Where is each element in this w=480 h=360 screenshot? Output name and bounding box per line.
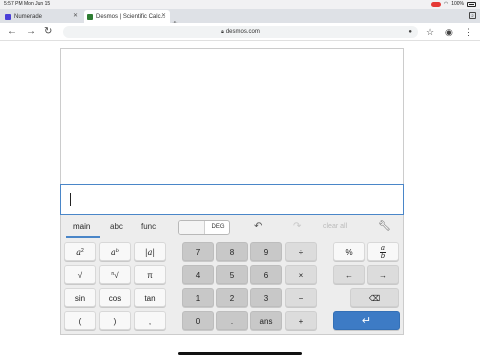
cursor-left-key[interactable]: ← bbox=[333, 265, 365, 284]
digit-8-key[interactable]: 8 bbox=[216, 242, 248, 261]
enter-key[interactable]: ↵ bbox=[333, 311, 400, 330]
nth-root-symbol: √ bbox=[114, 271, 119, 280]
browser-toolbar: ← → ↻ 🔒︎ desmos.com ● ☆ ◉ ⋮ bbox=[0, 23, 480, 41]
cos-key[interactable]: cos bbox=[99, 288, 131, 307]
tan-key[interactable]: tan bbox=[134, 288, 166, 307]
status-time: 5:57 PM bbox=[4, 1, 23, 7]
tab-close-icon[interactable]: ✕ bbox=[73, 12, 78, 19]
tab-numerade[interactable]: Numerade ✕ bbox=[2, 10, 82, 23]
calculator-keypad: main abc func DEG ↶ ↷ clear all 🔧︎ a2 ab… bbox=[60, 215, 404, 335]
angle-mode-label: DEG bbox=[211, 224, 225, 230]
absolute-value-key-label: |a| bbox=[144, 248, 156, 257]
cursor-right-key[interactable]: → bbox=[367, 265, 399, 284]
decimal-point-key[interactable]: . bbox=[216, 311, 248, 330]
home-indicator[interactable] bbox=[178, 352, 302, 355]
expression-input[interactable] bbox=[60, 184, 404, 215]
pi-key[interactable]: π bbox=[134, 265, 166, 284]
text-caret bbox=[70, 193, 71, 206]
power-key[interactable]: ab bbox=[99, 242, 131, 261]
battery-icon bbox=[467, 1, 476, 7]
radian-toggle-half[interactable] bbox=[179, 221, 205, 234]
angle-mode-toggle[interactable]: DEG bbox=[178, 220, 230, 235]
browser-tab-bar: Numerade ✕ Desmos | Scientific Calc... ✕… bbox=[0, 9, 480, 30]
tab-title: Numerade bbox=[14, 13, 43, 20]
tab-close-icon[interactable]: ✕ bbox=[161, 12, 166, 19]
digit-3-key[interactable]: 3 bbox=[250, 288, 282, 307]
active-tab-underline bbox=[66, 236, 100, 238]
square-key[interactable]: a2 bbox=[64, 242, 96, 261]
backspace-key[interactable]: ⌫ bbox=[350, 288, 399, 307]
microphone-icon[interactable]: ● bbox=[408, 26, 412, 38]
status-right: ◠ 100% bbox=[430, 1, 476, 7]
wifi-icon: ◠ bbox=[443, 1, 449, 7]
nth-root-key[interactable]: n√ bbox=[99, 265, 131, 284]
undo-icon[interactable]: ↶ bbox=[254, 220, 262, 234]
digit-5-key[interactable]: 5 bbox=[216, 265, 248, 284]
minus-key[interactable]: − bbox=[285, 288, 317, 307]
tab-switcher-button[interactable]: 2 bbox=[469, 12, 476, 19]
divide-key[interactable]: ÷ bbox=[285, 242, 317, 261]
digit-7-key[interactable]: 7 bbox=[182, 242, 214, 261]
plus-key[interactable]: + bbox=[285, 311, 317, 330]
left-paren-key[interactable]: ( bbox=[64, 311, 96, 330]
keypad-tab-func[interactable]: func bbox=[141, 222, 156, 231]
lock-icon: 🔒︎ bbox=[221, 29, 224, 35]
digit-0-key[interactable]: 0 bbox=[182, 311, 214, 330]
ans-key[interactable]: ans bbox=[250, 311, 282, 330]
desmos-favicon-icon bbox=[87, 13, 93, 20]
forward-arrow-icon[interactable]: → bbox=[26, 25, 36, 39]
square-key-exponent: 2 bbox=[81, 248, 84, 254]
right-paren-key[interactable]: ) bbox=[99, 311, 131, 330]
keypad-tab-abc[interactable]: abc bbox=[110, 222, 123, 231]
calculator-history-area bbox=[60, 48, 404, 184]
keypad-tab-main[interactable]: main bbox=[73, 222, 90, 231]
digit-6-key[interactable]: 6 bbox=[250, 265, 282, 284]
numerade-favicon-icon bbox=[5, 13, 11, 20]
sin-key[interactable]: sin bbox=[64, 288, 96, 307]
tab-title: Desmos | Scientific Calc... bbox=[96, 13, 166, 20]
reload-icon[interactable]: ↻ bbox=[44, 25, 52, 39]
address-url: desmos.com bbox=[225, 29, 260, 35]
bookmark-star-icon[interactable]: ☆ bbox=[426, 26, 434, 38]
back-arrow-icon[interactable]: ← bbox=[7, 25, 17, 39]
digit-1-key[interactable]: 1 bbox=[182, 288, 214, 307]
more-menu-icon[interactable]: ⋮ bbox=[464, 26, 473, 38]
multiply-key[interactable]: × bbox=[285, 265, 317, 284]
tab-desmos[interactable]: Desmos | Scientific Calc... ✕ bbox=[84, 10, 170, 23]
status-bar: 5:57 PM Mon Jun 15 ◠ 100% bbox=[0, 0, 480, 9]
square-root-key[interactable]: √ bbox=[64, 265, 96, 284]
fraction-icon: ab bbox=[379, 245, 387, 261]
digit-4-key[interactable]: 4 bbox=[182, 265, 214, 284]
fraction-key[interactable]: ab bbox=[367, 242, 399, 261]
account-icon[interactable]: ◉ bbox=[445, 26, 453, 38]
comma-key[interactable]: , bbox=[134, 311, 166, 330]
redo-icon[interactable]: ↷ bbox=[293, 220, 301, 234]
fraction-denominator: b bbox=[380, 252, 386, 261]
address-bar[interactable]: 🔒︎ desmos.com ● bbox=[63, 26, 418, 38]
battery-percent: 100% bbox=[451, 1, 464, 7]
status-date: Mon Jun 15 bbox=[24, 1, 51, 7]
digit-9-key[interactable]: 9 bbox=[250, 242, 282, 261]
settings-wrench-icon[interactable]: 🔧︎ bbox=[378, 220, 391, 234]
clear-all-button[interactable]: clear all bbox=[323, 223, 347, 230]
recording-indicator-icon bbox=[430, 1, 441, 7]
digit-2-key[interactable]: 2 bbox=[216, 288, 248, 307]
percent-key[interactable]: % bbox=[333, 242, 365, 261]
power-key-exponent: b bbox=[115, 248, 119, 254]
absolute-value-key[interactable]: |a| bbox=[134, 242, 166, 261]
nth-root-index: n bbox=[111, 271, 115, 277]
